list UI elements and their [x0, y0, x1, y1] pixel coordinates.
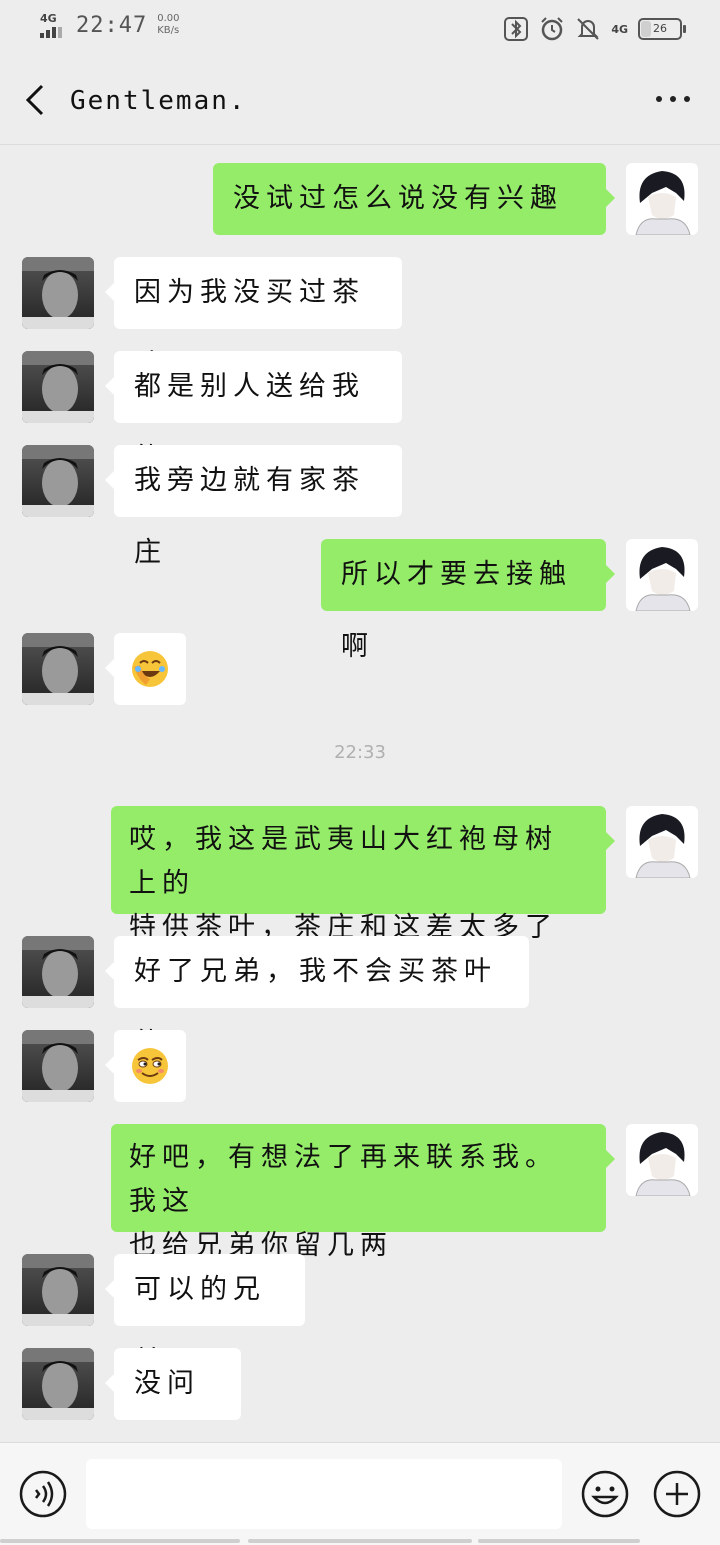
voice-icon[interactable] [18, 1469, 68, 1519]
my-avatar[interactable] [626, 539, 698, 611]
network-type-right: 4G [611, 22, 628, 36]
signal-icon: 4G [40, 12, 70, 38]
contact-avatar[interactable] [22, 257, 94, 329]
message-bubble-incoming[interactable]: 因为我没买过茶叶 [105, 257, 402, 380]
battery-icon: 26 [638, 18, 686, 40]
message-bubble-incoming[interactable]: 我旁边就有家茶庄 [105, 445, 402, 568]
nav-gesture-bar [478, 1539, 640, 1543]
facepalm-laughing-emoji [132, 651, 168, 687]
emoji-icon[interactable] [580, 1469, 630, 1519]
message-bubble-outgoing[interactable]: 所以才要去接触啊 [321, 539, 615, 662]
message-bubble-outgoing[interactable]: 好吧，有想法了再来联系我。我这 也给兄弟你留几两 [111, 1124, 615, 1261]
nav-gesture-bar [0, 1539, 240, 1543]
chat-header: Gentleman. [0, 56, 720, 145]
contact-avatar[interactable] [22, 633, 94, 705]
alarm-icon [541, 17, 564, 41]
message-bubble-incoming[interactable] [105, 1030, 186, 1102]
status-time: 22:47 [76, 12, 148, 38]
plus-icon[interactable] [652, 1469, 702, 1519]
input-bar [0, 1442, 720, 1545]
network-speed: 0.00 KB/s [157, 13, 180, 36]
status-bar: 4G 22:47 0.00 KB/s 4G 26 [0, 0, 720, 56]
contact-avatar[interactable] [22, 1348, 94, 1420]
mute-icon [577, 18, 600, 40]
message-input[interactable] [86, 1459, 562, 1529]
message-bubble-incoming[interactable]: 没问题 [105, 1348, 241, 1471]
chat-title: Gentleman. [70, 86, 247, 116]
network-type-left: 4G [40, 12, 57, 25]
contact-avatar[interactable] [22, 1254, 94, 1326]
bluetooth-icon [504, 17, 529, 41]
message-bubble-incoming[interactable]: 可以的兄弟 [105, 1254, 305, 1377]
contact-avatar[interactable] [22, 445, 94, 517]
contact-avatar[interactable] [22, 351, 94, 423]
message-bubble-incoming[interactable] [105, 633, 186, 705]
contact-avatar[interactable] [22, 1030, 94, 1102]
chat-timestamp: 22:33 [334, 742, 386, 763]
my-avatar[interactable] [626, 1124, 698, 1196]
message-bubble-outgoing[interactable]: 哎，我这是武夷山大红袍母树上的 特供茶叶，茶庄和这差太多了啊 [111, 806, 615, 987]
contact-avatar[interactable] [22, 936, 94, 1008]
nav-gesture-bar [248, 1539, 472, 1543]
message-bubble-outgoing[interactable]: 没试过怎么说没有兴趣呢。 [213, 163, 615, 286]
smirk-emoji [132, 1048, 168, 1084]
chevron-left-icon[interactable] [22, 82, 52, 118]
my-avatar[interactable] [626, 806, 698, 878]
message-bubble-incoming[interactable]: 都是别人送给我的 [105, 351, 402, 474]
my-avatar[interactable] [626, 163, 698, 235]
more-dots-icon[interactable] [656, 96, 690, 102]
message-bubble-incoming[interactable]: 好了兄弟，我不会买茶叶的 [105, 936, 529, 1059]
